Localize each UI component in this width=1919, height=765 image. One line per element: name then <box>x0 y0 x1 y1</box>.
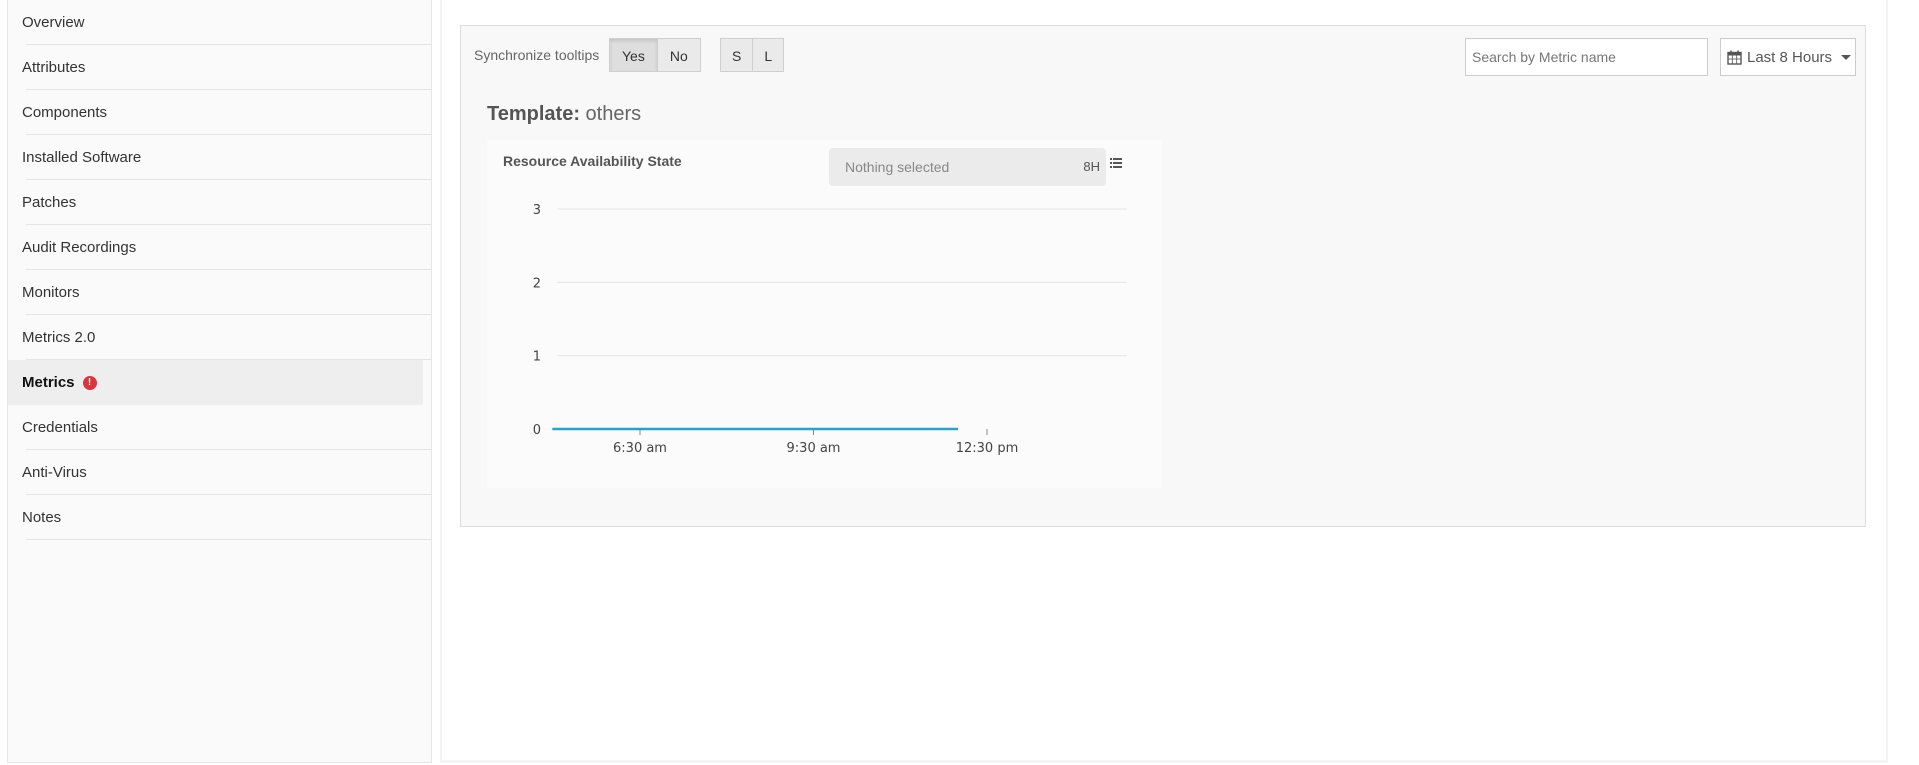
sync-tooltips-label: Synchronize tooltips <box>474 47 600 63</box>
chart-size-toggle: S L <box>720 38 785 72</box>
sidebar-item-label: Installed Software <box>22 149 142 166</box>
sidebar-item-label: Metrics <box>22 374 75 391</box>
y-tick-label: 2 <box>533 276 541 291</box>
sidebar-item-label: Credentials <box>22 419 98 436</box>
y-tick-label: 0 <box>533 423 541 438</box>
sidebar-item-label: Anti-Virus <box>22 464 87 481</box>
template-heading: Template: others <box>487 102 641 126</box>
chevron-down-icon <box>1841 54 1852 60</box>
sidebar-item-patches[interactable]: Patches <box>8 180 431 225</box>
sidebar-item-label: Overview <box>22 14 85 31</box>
sidebar-item-credentials[interactable]: Credentials <box>8 405 431 450</box>
sidebar-item-label: Metrics 2.0 <box>22 329 96 346</box>
sidebar-item-monitors[interactable]: Monitors <box>8 270 431 315</box>
time-range-label: Last 8 Hours <box>1747 48 1833 66</box>
sidebar-item-notes[interactable]: Notes <box>8 495 431 540</box>
sidebar-item-label: Components <box>22 104 108 121</box>
calendar-icon <box>1727 50 1742 65</box>
time-range-dropdown[interactable]: Last 8 Hours <box>1720 38 1856 76</box>
sidebar-item-metrics[interactable]: Metrics! <box>8 360 423 405</box>
x-tick-label: 12:30 pm <box>956 441 1019 456</box>
sidebar-item-attributes[interactable]: Attributes <box>8 45 431 90</box>
sidebar-item-label: Monitors <box>22 284 80 301</box>
template-name: others <box>585 103 642 125</box>
alert-badge-icon: ! <box>82 376 97 390</box>
sidebar-item-overview[interactable]: Overview <box>8 0 431 45</box>
y-tick-label: 3 <box>533 203 541 218</box>
y-tick-label: 1 <box>533 350 541 365</box>
sync-no-button[interactable]: No <box>657 38 701 72</box>
x-tick-label: 6:30 am <box>613 441 667 456</box>
sidebar-item-label: Attributes <box>22 59 86 76</box>
size-large-button[interactable]: L <box>753 38 785 72</box>
x-tick-label: 9:30 am <box>787 441 841 456</box>
sidebar-item-label: Audit Recordings <box>22 239 137 256</box>
size-small-button[interactable]: S <box>720 38 754 72</box>
sidebar-item-anti-virus[interactable]: Anti-Virus <box>8 450 431 495</box>
sidebar-item-audit-recordings[interactable]: Audit Recordings <box>8 225 431 270</box>
sidebar-item-components[interactable]: Components <box>8 90 431 135</box>
sidebar-item-label: Notes <box>22 509 62 526</box>
sidebar-item-installed-software[interactable]: Installed Software <box>8 135 431 180</box>
resource-availability-chart: 0 1 2 3 6:30 am 9:30 am 12:30 pm <box>533 203 1127 456</box>
sidebar-nav: Overview Attributes Components Installed… <box>7 0 432 763</box>
sidebar-item-label: Patches <box>22 194 77 211</box>
metric-search-input[interactable] <box>1465 38 1708 76</box>
sync-tooltips-toggle: Yes No <box>609 38 701 72</box>
template-prefix: Template: <box>487 103 580 125</box>
sidebar-item-metrics-2[interactable]: Metrics 2.0 <box>8 315 431 360</box>
sync-yes-button[interactable]: Yes <box>609 38 658 72</box>
